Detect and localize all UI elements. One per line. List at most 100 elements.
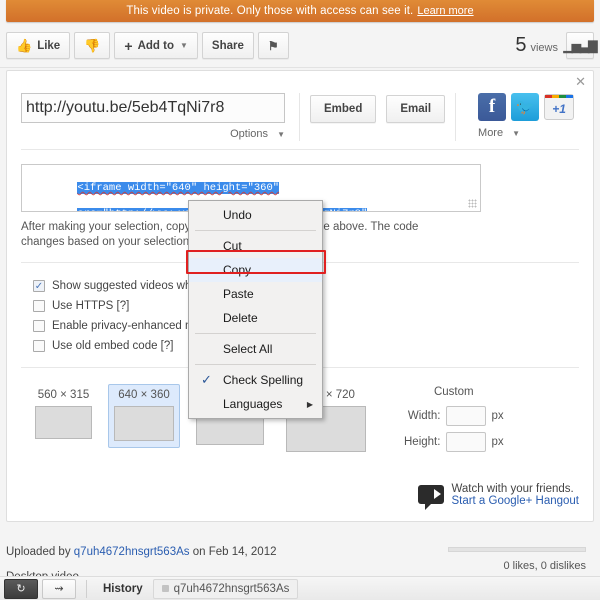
custom-height-input[interactable] xyxy=(446,432,487,452)
view-count-label: views xyxy=(530,42,558,54)
custom-width-row: Width: px xyxy=(404,406,504,426)
embed-button[interactable]: Embed xyxy=(310,95,377,123)
size-preview-box xyxy=(35,406,92,439)
more-share-label: More xyxy=(478,127,504,139)
channel-thumbnail-icon xyxy=(161,585,169,592)
size-preview-box xyxy=(114,406,174,441)
context-menu: Undo Cut Copy Paste Delete Select All ✓ … xyxy=(188,200,323,419)
context-menu-item-languages[interactable]: Languages ▶ xyxy=(189,392,322,416)
chevron-down-icon: ▼ xyxy=(179,41,188,50)
share-options-link[interactable]: Options ▼ xyxy=(21,128,285,140)
context-menu-item-delete[interactable]: Delete xyxy=(189,306,322,330)
checkbox-checked-icon[interactable]: ✓ xyxy=(33,280,45,292)
learn-more-link[interactable]: Learn more xyxy=(417,5,473,17)
google-plus-one-button[interactable]: +1 xyxy=(544,94,575,120)
hangout-headline: Watch with your friends. xyxy=(451,483,574,495)
social-share-column: f 🐦 +1 More ▼ xyxy=(478,93,575,139)
like-button[interactable]: 👍 Like xyxy=(6,32,71,59)
plus-one-icon: +1 xyxy=(552,101,566,116)
likes-dislikes-count: 0 likes, 0 dislikes xyxy=(503,560,586,572)
chevron-down-icon: ▼ xyxy=(512,129,521,138)
context-menu-separator xyxy=(195,333,316,334)
divider xyxy=(299,93,300,141)
social-buttons-row: f 🐦 +1 xyxy=(478,93,575,121)
more-share-link[interactable]: More ▼ xyxy=(478,127,574,139)
embed-button-label: Embed xyxy=(324,103,363,115)
checkbox-icon[interactable] xyxy=(33,300,45,312)
context-menu-item-paste[interactable]: Paste xyxy=(189,282,322,306)
width-unit-label: px xyxy=(491,410,504,422)
dislike-button[interactable]: 👎 xyxy=(74,32,111,59)
google-colors-stripe xyxy=(545,95,574,98)
page-root: This video is private. Only those with a… xyxy=(0,0,600,600)
shuffle-button[interactable]: ⇝ xyxy=(42,578,76,599)
checkbox-icon[interactable] xyxy=(33,320,45,332)
embed-email-buttons: Embed Email xyxy=(310,93,446,123)
checkbox-icon[interactable] xyxy=(33,340,45,352)
hangout-start-link[interactable]: Start a Google+ Hangout xyxy=(451,495,579,507)
custom-height-row: Height: px xyxy=(404,432,504,452)
custom-height-label: Height: xyxy=(404,436,441,448)
video-action-bar: 👍 Like 👎 + Add to ▼ Share ⚑ 5 views ▁▅▃▇ xyxy=(0,24,600,68)
custom-size-section: Custom Width: px Height: px xyxy=(404,384,504,458)
size-option-640x360[interactable]: 640 × 360 xyxy=(108,384,180,448)
divider xyxy=(86,579,87,598)
size-option-560x315[interactable]: 560 × 315 xyxy=(29,384,98,446)
context-menu-label: Cut xyxy=(223,239,242,253)
facebook-icon: f xyxy=(488,96,496,117)
like-button-label: Like xyxy=(37,39,61,52)
uploaded-suffix: on Feb 14, 2012 xyxy=(192,546,277,558)
facebook-share-button[interactable]: f xyxy=(478,93,507,121)
tab-channel[interactable]: q7uh4672hnsgrt563As xyxy=(152,578,299,599)
add-to-button[interactable]: + Add to ▼ xyxy=(114,32,198,59)
context-menu-item-undo[interactable]: Undo xyxy=(189,203,322,227)
google-hangout-promo: Watch with your friends. Start a Google+… xyxy=(418,483,579,510)
share-options-label: Options xyxy=(230,128,269,140)
replay-button[interactable]: ↻ xyxy=(4,578,38,599)
chevron-right-icon: ▶ xyxy=(306,399,313,409)
context-menu-separator xyxy=(195,364,316,365)
flag-button[interactable]: ⚑ xyxy=(257,32,289,59)
uploader-link[interactable]: q7uh4672hnsgrt563As xyxy=(74,546,190,558)
email-button[interactable]: Email xyxy=(386,95,446,123)
statistics-button[interactable]: ▁▅▃▇ xyxy=(563,32,598,59)
video-camera-icon xyxy=(418,485,445,510)
custom-size-title: Custom xyxy=(433,386,474,398)
bar-chart-icon: ▁▅▃▇ xyxy=(563,38,598,53)
tab-history[interactable]: History xyxy=(93,579,153,599)
option-label: Use old embed code [?] xyxy=(52,340,174,352)
thumb-up-icon: 👍 xyxy=(16,38,33,53)
context-menu-item-select-all[interactable]: Select All xyxy=(189,337,322,361)
context-menu-label: Check Spelling xyxy=(223,373,304,387)
custom-width-label: Width: xyxy=(407,410,441,422)
share-url-column: Options ▼ xyxy=(21,93,289,140)
context-menu-label: Paste xyxy=(223,287,254,301)
twitter-share-button[interactable]: 🐦 xyxy=(511,93,540,121)
context-menu-label: Copy xyxy=(223,263,252,277)
share-url-input[interactable] xyxy=(21,93,285,123)
view-count: 5 views xyxy=(515,34,558,57)
flag-icon: ⚑ xyxy=(267,38,279,53)
uploaded-prefix: Uploaded by xyxy=(6,546,71,558)
share-button[interactable]: Share xyxy=(201,32,254,59)
context-menu-separator xyxy=(195,230,316,231)
custom-width-input[interactable] xyxy=(446,406,487,426)
context-menu-item-check-spelling[interactable]: ✓ Check Spelling xyxy=(189,368,322,392)
add-to-label: Add to xyxy=(137,39,174,52)
height-unit-label: px xyxy=(491,436,504,448)
context-menu-item-cut[interactable]: Cut xyxy=(189,234,322,258)
close-icon[interactable]: ✕ xyxy=(575,76,586,89)
hangout-text-block: Watch with your friends. Start a Google+… xyxy=(451,483,579,507)
resize-grip-icon[interactable] xyxy=(468,199,477,208)
context-menu-item-copy[interactable]: Copy xyxy=(189,258,322,282)
embed-code-line-1: <iframe width="640" height="360" xyxy=(77,182,280,194)
context-menu-label: Select All xyxy=(223,342,273,356)
view-count-number: 5 xyxy=(515,34,527,56)
chevron-down-icon: ▼ xyxy=(277,130,285,139)
tab-channel-label: q7uh4672hnsgrt563As xyxy=(173,582,290,595)
share-top-row: Options ▼ Embed Email f xyxy=(7,71,593,149)
replay-icon: ↻ xyxy=(16,583,26,595)
thumb-down-icon: 👎 xyxy=(84,38,101,53)
size-label: 560 × 315 xyxy=(37,389,90,401)
divider xyxy=(455,93,457,141)
